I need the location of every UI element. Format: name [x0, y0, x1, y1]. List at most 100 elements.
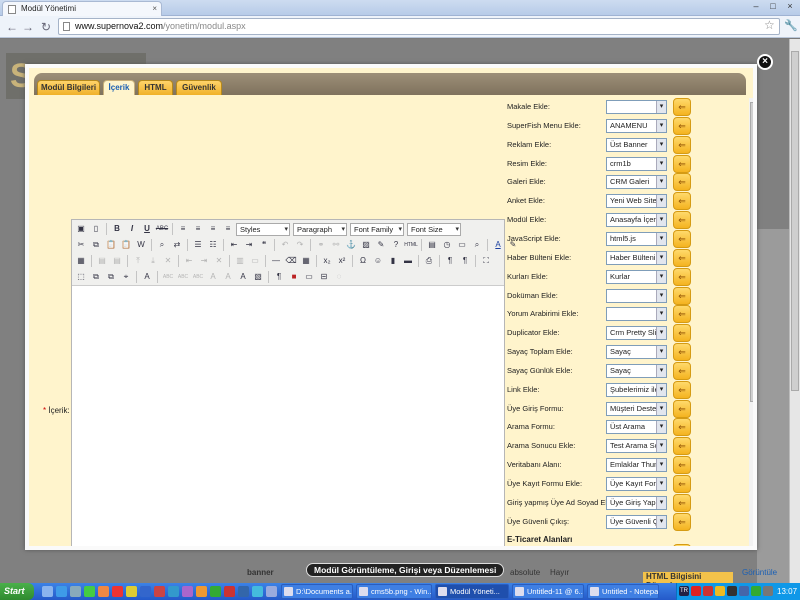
- insert-arrow-button[interactable]: ⇐: [673, 305, 691, 324]
- outdent-icon[interactable]: ⇤: [227, 238, 241, 252]
- underline-icon[interactable]: U: [140, 222, 154, 236]
- maximize-icon[interactable]: □: [765, 1, 781, 13]
- font-size-select[interactable]: Font Size: [407, 222, 461, 236]
- insert-arrow-button[interactable]: ⇐: [673, 286, 691, 305]
- tray-app-icon[interactable]: [751, 586, 761, 596]
- app-icon[interactable]: [182, 586, 193, 597]
- insert-arrow-button[interactable]: ⇐: [673, 399, 691, 418]
- row-before-icon[interactable]: ⤒: [131, 254, 145, 268]
- form-row-select[interactable]: Üye Kayıt Form ▾: [606, 477, 667, 491]
- app-icon[interactable]: [140, 586, 151, 597]
- language-icon[interactable]: TR: [679, 586, 689, 596]
- align-left-icon[interactable]: ≡: [176, 222, 190, 236]
- remove-format-icon[interactable]: ⌫: [284, 254, 298, 268]
- absolute-icon[interactable]: ⌖: [119, 270, 133, 284]
- taskbar-item-cms5b[interactable]: cms5b.png - Win...: [356, 584, 432, 599]
- insert-arrow-button[interactable]: ⇐: [673, 493, 691, 512]
- paragraph-select[interactable]: Paragraph: [293, 222, 347, 236]
- show-desktop-icon[interactable]: [42, 586, 53, 597]
- anchor-icon[interactable]: ⚓: [344, 238, 358, 252]
- app-icon[interactable]: [266, 586, 277, 597]
- form-row-select[interactable]: CRM Galeri ▾: [606, 175, 667, 190]
- copy-icon[interactable]: ⧉: [89, 238, 103, 252]
- insert-arrow-button[interactable]: ⇐: [673, 154, 691, 173]
- wrench-icon[interactable]: 🔧: [784, 19, 798, 32]
- form-row-select[interactable]: Anasayfa İçeri ▾: [606, 213, 667, 228]
- align-justify-icon[interactable]: ≡: [221, 222, 235, 236]
- link-icon[interactable]: ⚭: [314, 238, 328, 252]
- media-icon[interactable]: ▮: [386, 254, 400, 268]
- paste-icon[interactable]: 📋: [104, 238, 118, 252]
- tray-app-icon[interactable]: [727, 586, 737, 596]
- delete-row-icon[interactable]: ✕: [161, 254, 175, 268]
- chrome-icon[interactable]: [126, 586, 137, 597]
- new-document-icon[interactable]: ▯: [89, 222, 103, 236]
- align-right-icon[interactable]: ≡: [206, 222, 220, 236]
- insert-arrow-button[interactable]: ⇐: [673, 135, 691, 154]
- del-icon[interactable]: A: [206, 270, 220, 284]
- app-icon[interactable]: [154, 586, 165, 597]
- insert-layer-icon[interactable]: ⬚: [74, 270, 88, 284]
- browser-tab[interactable]: Modül Yönetimi ×: [2, 1, 162, 16]
- insert-arrow-button[interactable]: ⇐: [673, 98, 691, 116]
- app-icon[interactable]: [210, 586, 221, 597]
- modal-scrollbar[interactable]: [749, 98, 753, 546]
- app-icon[interactable]: [84, 586, 95, 597]
- page-scrollbar[interactable]: [789, 39, 800, 583]
- rich-text-editor[interactable]: ▣ ▯ B I U ABC ≡ ≡ ≡ ≡ Styles Paragraph F…: [71, 219, 516, 546]
- bullet-list-icon[interactable]: ☰: [191, 238, 205, 252]
- visual-aid-icon[interactable]: ▦: [299, 254, 313, 268]
- form-row-select[interactable]: Müşteri Destek ▾: [606, 401, 667, 416]
- cite-icon[interactable]: ABC: [161, 270, 175, 284]
- show-blocks-icon[interactable]: ¶: [272, 270, 286, 284]
- close-tab-icon[interactable]: ×: [152, 2, 157, 16]
- acronym-icon[interactable]: ABC: [191, 270, 205, 284]
- back-icon[interactable]: ←: [4, 19, 20, 35]
- form-row-select[interactable]: Crm Pretty Slid ▾: [606, 326, 667, 341]
- form-row-select[interactable]: ETicaretKatalo▾: [606, 545, 667, 546]
- bookmark-star-icon[interactable]: ☆: [764, 18, 775, 32]
- find-icon[interactable]: ⌕: [155, 238, 169, 252]
- insert-arrow-button[interactable]: ⇐: [673, 324, 691, 343]
- address-bar[interactable]: www.supernova2.com/yonetim/modul.aspx: [58, 18, 780, 35]
- styles-icon[interactable]: A: [140, 270, 154, 284]
- form-row-select[interactable]: Yeni Web Siter ▾: [606, 194, 667, 209]
- form-row-select[interactable]: Kurlar ▾: [606, 269, 667, 284]
- fullscreen-icon[interactable]: ⛶: [479, 254, 493, 268]
- emoticon-icon[interactable]: ☺: [371, 254, 385, 268]
- insert-arrow-button[interactable]: ⇐: [673, 475, 691, 493]
- save-icon[interactable]: ▣: [74, 222, 88, 236]
- insert-arrow-button[interactable]: ⇐: [673, 380, 691, 399]
- numbered-list-icon[interactable]: ☷: [206, 238, 220, 252]
- insert-arrow-button[interactable]: ⇐: [673, 512, 691, 531]
- insert-arrow-button[interactable]: ⇐: [673, 211, 691, 230]
- form-row-select[interactable]: Üye Giriş Yapı ▾: [606, 495, 667, 510]
- cut-icon[interactable]: ✂: [74, 238, 88, 252]
- form-row-select[interactable]: Üye Güvenli Çı ▾: [606, 514, 667, 529]
- bold-icon[interactable]: B: [110, 222, 124, 236]
- app-icon[interactable]: [238, 586, 249, 597]
- firefox-icon[interactable]: [98, 586, 109, 597]
- text-color-icon[interactable]: A: [491, 238, 505, 252]
- taskbar-item-documents[interactable]: D:\Documents a...: [281, 584, 353, 599]
- move-forward-icon[interactable]: ⧉: [89, 270, 103, 284]
- merge-cells-icon[interactable]: ▭: [248, 254, 262, 268]
- app-icon[interactable]: [196, 586, 207, 597]
- cell-props-icon[interactable]: ▤: [110, 254, 124, 268]
- reload-icon[interactable]: ↻: [38, 19, 54, 35]
- form-row-select[interactable]: Üst Arama ▾: [606, 420, 667, 435]
- ltr-icon[interactable]: ¶: [443, 254, 457, 268]
- insert-arrow-button[interactable]: ⇐: [673, 229, 691, 248]
- superscript-icon[interactable]: x²: [335, 254, 349, 268]
- visual-chars-icon[interactable]: ▭: [302, 270, 316, 284]
- row-props-icon[interactable]: ▤: [95, 254, 109, 268]
- insert-arrow-button[interactable]: ⇐: [673, 267, 691, 286]
- app-icon[interactable]: [252, 586, 263, 597]
- ie-icon[interactable]: [56, 586, 67, 597]
- cleanup-icon[interactable]: ✎: [374, 238, 388, 252]
- col-after-icon[interactable]: ⇥: [197, 254, 211, 268]
- form-row-select[interactable]: Emlaklar Thumi ▾: [606, 458, 667, 473]
- close-modal-button[interactable]: ×: [757, 54, 773, 70]
- insert-arrow-button[interactable]: ⇐: [673, 248, 691, 267]
- taskbar-item-untitled-11[interactable]: Untitled-11 @ 6...: [512, 584, 584, 599]
